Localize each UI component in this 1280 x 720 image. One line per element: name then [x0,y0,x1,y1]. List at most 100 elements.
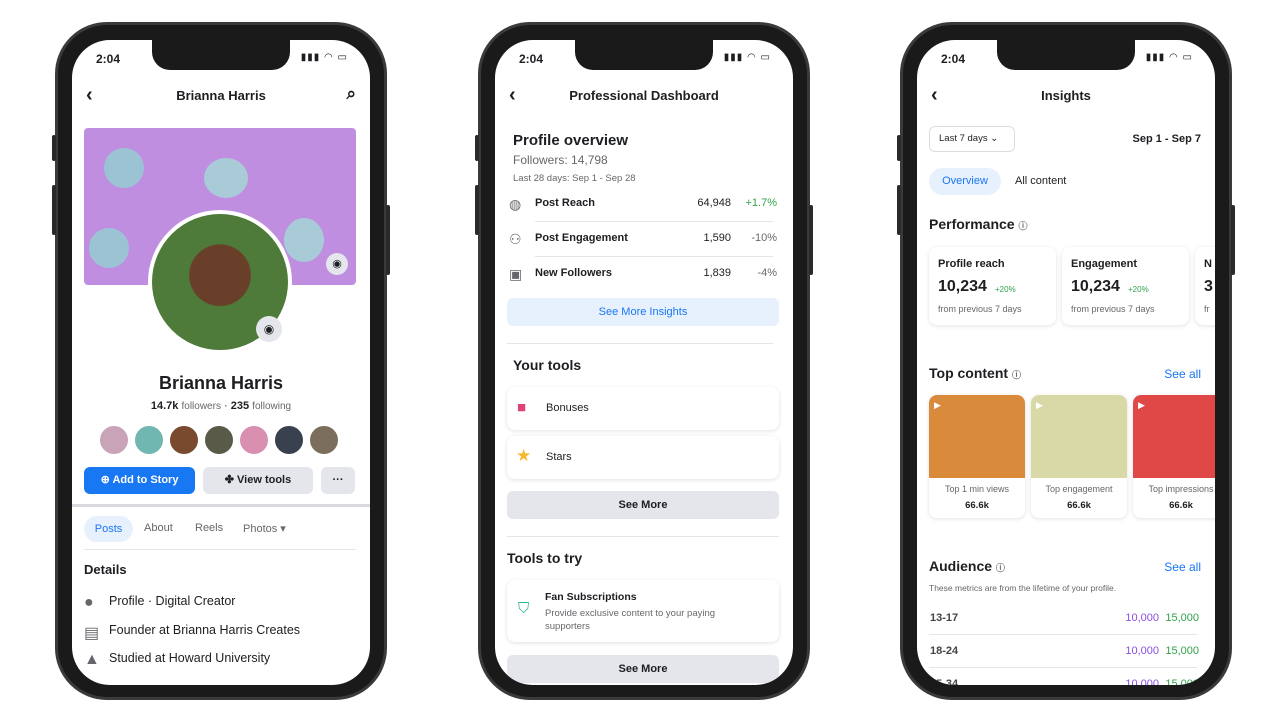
view-tools-button[interactable]: ✤ View tools [203,467,313,494]
calendar-icon: ▣ [509,266,523,282]
metric-change: -4% [757,267,777,279]
info-icon[interactable]: ⓘ [1012,370,1021,380]
see-more-try-button[interactable]: See More [507,655,779,683]
audience-label: Audience [929,558,993,574]
add-to-story-label: Add to Story [112,474,179,486]
dashboard-screen: 2:04 ▮▮▮ ◠ ▭ ‹ Professional Dashboard Pr… [495,40,793,685]
phone-insights: 2:04 ▮▮▮ ◠ ▭ ‹ Insights Last 7 days ⌄ Se… [897,22,1235,700]
card-value: 10,234 [938,278,987,295]
separator: · [224,400,228,412]
top-content-item[interactable]: ▶ Top engagement 66.6k [1031,395,1127,518]
tab-reels[interactable]: Reels [195,522,223,534]
status-icons: ▮▮▮ ◠ ▭ [1145,52,1193,63]
date-range-label: Sep 1 - Sep 7 [1132,133,1201,145]
section-divider [72,504,370,507]
follow-stats: 14.7k followers · 235 following [72,400,370,412]
range-label: Last 7 days [939,133,988,144]
audience-value-b: 15,000 [1165,645,1199,657]
page-title: Brianna Harris [176,88,266,103]
content-value: 66.6k [1169,500,1193,511]
content-thumbnail [929,395,1025,478]
status-icons: ▮▮▮ ◠ ▭ [723,52,771,63]
notch [575,40,713,70]
see-all-content-link[interactable]: See all [1164,367,1201,381]
more-button[interactable]: ··· [321,467,355,494]
status-time: 2:04 [96,52,121,66]
pineapple-shape [204,158,248,198]
page-title: Professional Dashboard [569,88,719,103]
following-count: 235 [230,400,250,412]
content-label: Top 1 min views [944,484,1010,494]
card-change: +20% [1128,285,1149,294]
tab-all-content[interactable]: All content [1015,175,1066,187]
add-to-story-button[interactable]: ⊕ Add to Story [84,467,195,494]
see-more-tools-button[interactable]: See More [507,491,779,519]
divider [84,549,356,550]
friend-avatar[interactable] [203,424,235,456]
card-note: fr [1204,304,1210,314]
profile-name: Brianna Harris [158,373,284,393]
shield-heart-icon: ⛉ [518,600,530,617]
avatar-camera-icon[interactable]: ◉ [256,316,282,342]
tool-fan-subscriptions[interactable]: ⛉ Fan Subscriptions Provide exclusive co… [507,580,779,642]
following-label: following [252,401,292,412]
audience-title: Audience ⓘ [929,558,1005,574]
performance-card[interactable]: N 3 fr [1195,247,1215,325]
insights-screen: 2:04 ▮▮▮ ◠ ▭ ‹ Insights Last 7 days ⌄ Se… [917,40,1215,685]
friend-avatar[interactable] [273,424,305,456]
followers-total: Followers: 14,798 [513,153,608,167]
info-icon[interactable]: ⓘ [1018,221,1027,231]
camera-icon[interactable]: ◉ [326,253,348,275]
divider [535,221,773,222]
period-label: Last 28 days: Sep 1 - Sep 28 [513,173,636,184]
briefcase-icon: ▤ [84,625,100,642]
search-icon[interactable]: ⌕ [346,84,356,104]
side-button [52,135,56,161]
see-all-audience-link[interactable]: See all [1164,560,1201,574]
metric-label: New Followers [535,267,613,279]
side-button [386,205,390,275]
tab-about[interactable]: About [144,522,173,534]
info-icon[interactable]: ⓘ [996,563,1005,573]
top-content-item[interactable]: ▶ Top impressions 66.6k [1133,395,1215,518]
top-content-item[interactable]: ▶ Top 1 min views 66.6k [929,395,1025,518]
performance-label: Performance [929,216,1015,232]
performance-card[interactable]: Engagement 10,234 +20% from previous 7 d… [1062,247,1189,325]
tool-bonuses[interactable]: ■ Bonuses [507,387,779,430]
friend-avatar[interactable] [133,424,165,456]
metric-change: +1.7% [745,197,778,209]
pineapple-shape [104,148,144,188]
followers-count: 14.7k [150,400,179,412]
friend-avatar[interactable] [308,424,340,456]
see-more-insights-button[interactable]: See More Insights [507,298,779,326]
metric-value: 1,839 [703,267,731,279]
notch [152,40,290,70]
content-label: Top engagement [1045,484,1113,494]
card-value: 3 [1204,278,1213,295]
side-button [52,185,56,235]
friend-avatar[interactable] [168,424,200,456]
details-title: Details [84,562,127,577]
card-note: from previous 7 days [1071,304,1155,314]
tab-overview[interactable]: Overview [929,168,1001,195]
content-value: 66.6k [965,500,989,511]
date-range-dropdown[interactable]: Last 7 days ⌄ [929,126,1015,152]
performance-card[interactable]: Profile reach 10,234 +20% from previous … [929,247,1056,325]
pineapple-shape [284,218,324,262]
tool-stars[interactable]: ★ Stars [507,436,779,479]
top-content-label: Top content [929,365,1009,381]
friend-avatar[interactable] [98,424,130,456]
tab-posts[interactable]: Posts [84,516,133,542]
age-range: 18-24 [930,645,959,657]
fan-title: Fan Subscriptions [545,591,637,603]
card-label: Engagement [1071,258,1138,270]
tools-to-try-title: Tools to try [507,550,583,566]
tab-photos[interactable]: Photos ▾ [243,522,286,535]
your-tools-title: Your tools [513,357,582,373]
divider [507,343,773,344]
reel-icon: ▶ [1138,400,1145,410]
status-icons: ▮▮▮ ◠ ▭ [300,52,348,63]
friend-avatar[interactable] [238,424,270,456]
audience-value-a: 10,000 [1125,612,1159,624]
content-value: 66.6k [1067,500,1091,511]
